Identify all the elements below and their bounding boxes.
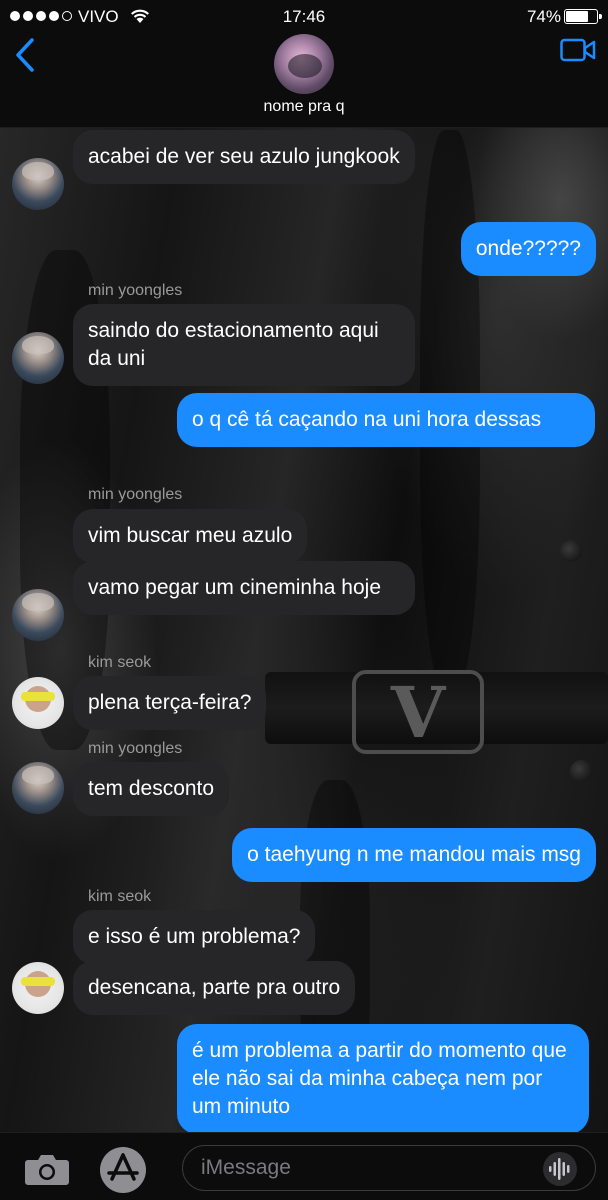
battery-percent: 74% — [526, 7, 561, 26]
video-camera-icon[interactable] — [560, 37, 596, 63]
message-bubble-outgoing[interactable]: é um problema a partir do momento que el… — [177, 1024, 589, 1134]
sender-avatar[interactable] — [12, 158, 64, 210]
sender-name: min yoongles — [88, 740, 183, 757]
group-avatar[interactable] — [274, 34, 334, 94]
message-bubble-incoming[interactable]: vim buscar meu azulo — [73, 509, 308, 563]
sender-name: kim seok — [88, 888, 152, 905]
sender-avatar[interactable] — [12, 589, 64, 641]
message-bubble-outgoing[interactable]: onde????? — [460, 222, 596, 276]
message-bubble-outgoing[interactable]: o q cê tá caçando na uni hora dessas — [177, 393, 595, 447]
message-input-bar — [0, 1132, 608, 1200]
message-bubble-incoming[interactable]: acabei de ver seu azulo jungkook — [73, 130, 415, 184]
message-bubble-incoming[interactable]: saindo do estacionamento aqui da uni — [73, 304, 415, 386]
camera-icon[interactable] — [24, 1152, 70, 1186]
message-bubble-outgoing[interactable]: o taehyung n me mandou mais msg — [232, 828, 596, 882]
sender-avatar[interactable] — [12, 962, 64, 1014]
chevron-left-icon — [16, 38, 34, 72]
imessage-input[interactable] — [182, 1145, 596, 1191]
message-bubble-incoming[interactable]: plena terça-feira? — [73, 676, 267, 730]
group-name[interactable]: nome pra q — [0, 98, 608, 116]
sender-avatar[interactable] — [12, 332, 64, 384]
sender-name: min yoongles — [88, 486, 183, 503]
status-bar: VIVO 17:46 74% — [0, 0, 608, 34]
message-bubble-incoming[interactable]: tem desconto — [73, 762, 230, 816]
app-store-icon[interactable] — [98, 1145, 148, 1195]
audio-waveform-icon[interactable] — [540, 1151, 580, 1187]
message-bubble-incoming[interactable]: vamo pegar um cineminha hoje — [73, 561, 415, 615]
sender-avatar[interactable] — [12, 677, 64, 729]
back-button[interactable] — [8, 34, 48, 74]
status-time: 17:46 — [282, 7, 326, 26]
sender-name: kim seok — [88, 654, 152, 671]
conversation-header: nome pra q — [0, 34, 608, 128]
message-list[interactable]: acabei de ver seu azulo jungkook onde???… — [0, 128, 608, 1134]
battery-icon — [564, 9, 602, 24]
message-bubble-incoming[interactable]: desencana, parte pra outro — [73, 961, 356, 1015]
message-bubble-incoming[interactable]: e isso é um problema? — [73, 910, 316, 964]
sender-name: min yoongles — [88, 282, 183, 299]
sender-avatar[interactable] — [12, 762, 64, 814]
